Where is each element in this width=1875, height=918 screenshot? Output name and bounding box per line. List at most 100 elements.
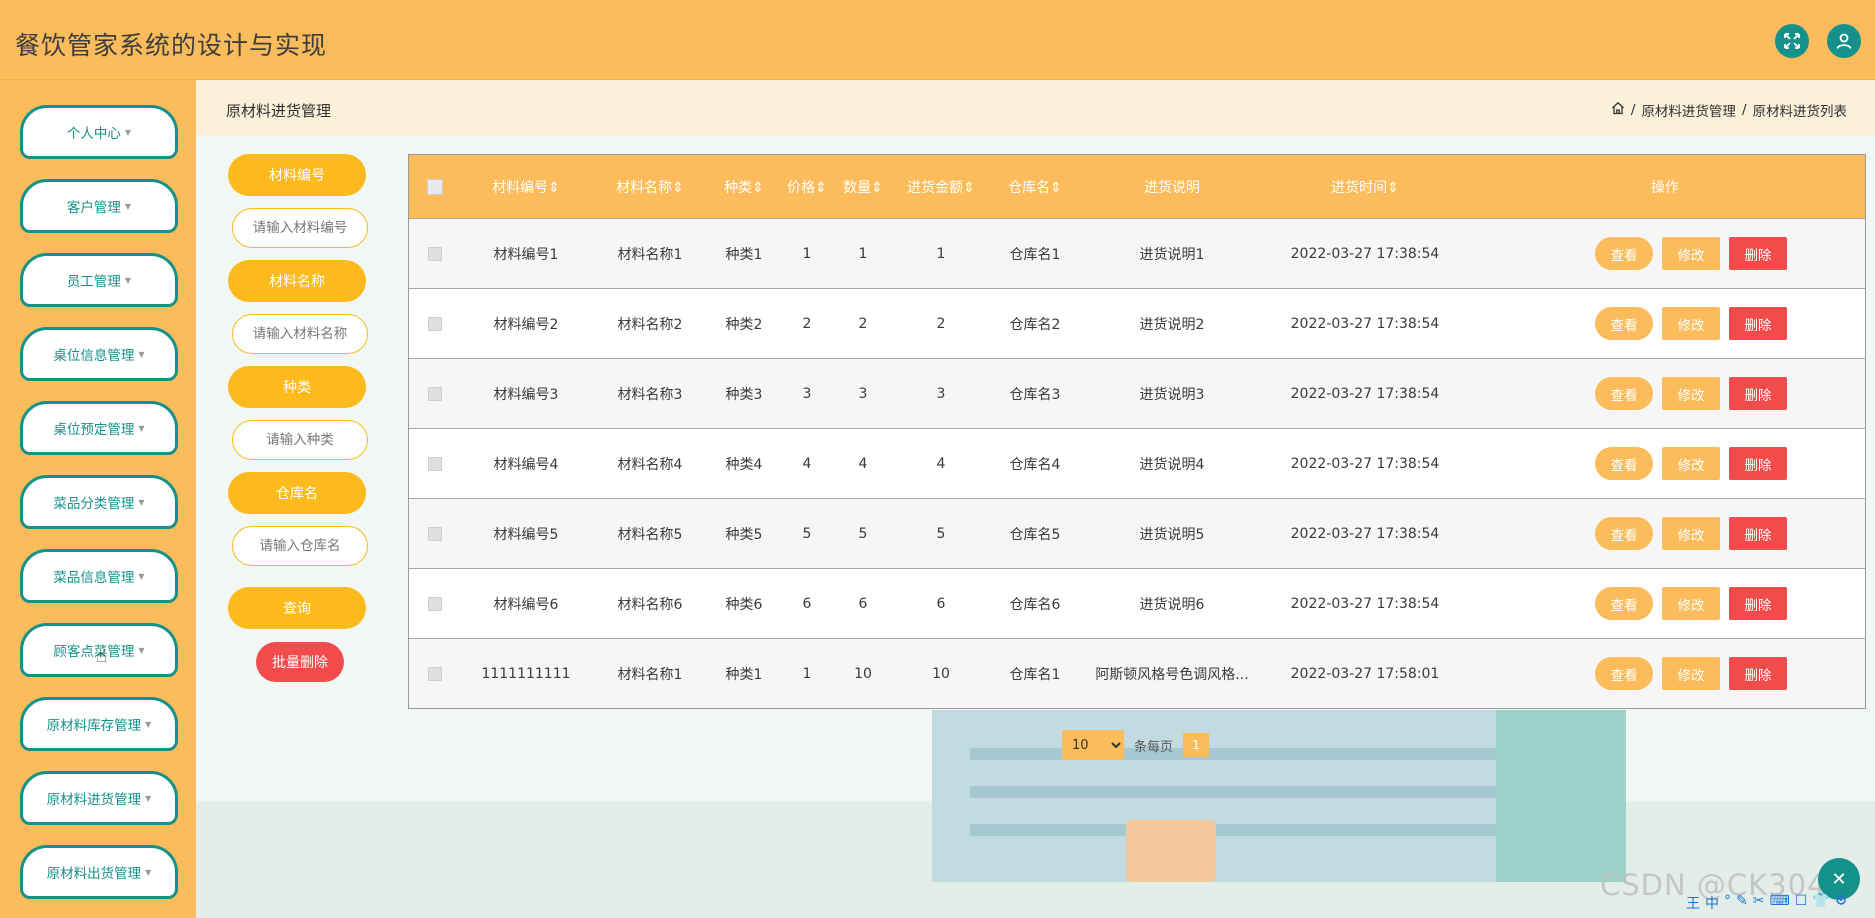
ime-handwrite-icon[interactable]: ✎	[1736, 893, 1748, 913]
cell-category: 种类1	[725, 246, 763, 263]
category-input[interactable]	[232, 420, 368, 460]
chevron-down-icon: ▼	[145, 867, 152, 877]
page-size-select[interactable]: 10	[1062, 730, 1124, 760]
column-header-quantity[interactable]: 数量⇕	[835, 177, 891, 197]
row-checkbox[interactable]	[409, 246, 461, 261]
column-header-material-name[interactable]: 材料名称⇕	[591, 177, 709, 197]
column-header-purchase-time[interactable]: 进货时间⇕	[1265, 177, 1465, 197]
sidebar-item-table-booking[interactable]: 桌位预定管理 ▼	[20, 401, 178, 455]
column-header-warehouse[interactable]: 仓库名⇕	[991, 177, 1079, 197]
cell-material-code: 材料编号3	[493, 386, 559, 403]
batch-delete-button[interactable]: 批量删除	[256, 642, 344, 682]
sidebar-item-label: 个人中心	[66, 126, 121, 142]
chevron-down-icon: ▼	[138, 645, 145, 655]
background-suitcase	[1126, 820, 1216, 882]
cell-material-code: 1111111111	[481, 665, 571, 682]
cell-amount: 10	[932, 665, 950, 682]
view-button[interactable]: 查看	[1595, 587, 1653, 620]
delete-button[interactable]: 删除	[1729, 587, 1787, 620]
edit-button[interactable]: 修改	[1662, 377, 1720, 410]
column-header-price[interactable]: 价格⇕	[779, 177, 835, 197]
view-button[interactable]: 查看	[1595, 447, 1653, 480]
cell-purchase-time: 2022-03-27 17:38:54	[1290, 245, 1440, 262]
edit-button[interactable]: 修改	[1662, 447, 1720, 480]
delete-button[interactable]: 删除	[1729, 237, 1787, 270]
edit-button[interactable]: 修改	[1662, 307, 1720, 340]
cell-material-name: 材料名称3	[617, 386, 683, 403]
material-code-input[interactable]	[232, 208, 368, 248]
row-checkbox[interactable]	[409, 666, 461, 681]
cell-price: 5	[802, 525, 812, 542]
cell-purchase-note: 阿斯顿风格号色调风格...	[1095, 666, 1249, 683]
sidebar-item-dish-info[interactable]: 菜品信息管理 ▼	[20, 549, 178, 603]
chevron-down-icon: ▼	[138, 571, 145, 581]
ime-punctuation-icon[interactable]: °	[1724, 893, 1731, 913]
chevron-down-icon: ▼	[145, 719, 152, 729]
ime-skin-icon[interactable]: 👕	[1812, 893, 1829, 913]
row-checkbox[interactable]	[409, 456, 461, 471]
delete-button[interactable]: 删除	[1729, 377, 1787, 410]
ime-logo-icon[interactable]: 王	[1686, 893, 1700, 913]
edit-button[interactable]: 修改	[1662, 237, 1720, 270]
delete-button[interactable]: 删除	[1729, 517, 1787, 550]
ime-scissors-icon[interactable]: ✂	[1753, 893, 1765, 913]
query-button[interactable]: 查询	[228, 587, 366, 629]
select-all-checkbox[interactable]	[409, 178, 461, 195]
home-icon[interactable]	[1611, 101, 1625, 119]
row-checkbox[interactable]	[409, 596, 461, 611]
ime-mode-icon[interactable]: 中	[1705, 893, 1719, 913]
warehouse-input[interactable]	[232, 526, 368, 566]
cell-category: 种类4	[725, 456, 763, 473]
row-checkbox[interactable]	[409, 316, 461, 331]
sidebar-item-material-purchase[interactable]: 原材料进货管理 ▼	[20, 771, 178, 825]
table-row: 材料编号6 材料名称6 种类6 6 6 6 仓库名6 进货说明6 2022-03-27 17:3…	[409, 568, 1865, 638]
view-button[interactable]: 查看	[1595, 657, 1653, 690]
sidebar-item-material-outbound[interactable]: 原材料出货管理 ▼	[20, 845, 178, 899]
view-button[interactable]: 查看	[1595, 237, 1653, 270]
cell-category: 种类3	[725, 386, 763, 403]
view-button[interactable]: 查看	[1595, 307, 1653, 340]
ime-keyboard-icon[interactable]: ⌨	[1769, 893, 1789, 913]
cell-amount: 2	[936, 315, 946, 332]
delete-button[interactable]: 删除	[1729, 307, 1787, 340]
column-header-material-code[interactable]: 材料编号⇕	[461, 177, 591, 197]
cell-price: 1	[802, 245, 812, 262]
chevron-down-icon: ▼	[138, 423, 145, 433]
sidebar-item-dish-category[interactable]: 菜品分类管理 ▼	[20, 475, 178, 529]
cell-warehouse: 仓库名6	[1009, 596, 1061, 613]
page-number-current[interactable]: 1	[1183, 733, 1210, 757]
sidebar-item-employees[interactable]: 员工管理 ▼	[20, 253, 178, 307]
cell-purchase-note: 进货说明3	[1139, 386, 1205, 403]
cell-purchase-time: 2022-03-27 17:38:54	[1290, 315, 1440, 332]
fullscreen-icon[interactable]	[1775, 24, 1809, 58]
sidebar-item-customers[interactable]: 客户管理 ▼	[20, 179, 178, 233]
user-icon[interactable]	[1827, 24, 1861, 58]
column-header-amount[interactable]: 进货金额⇕	[891, 177, 991, 197]
cell-quantity: 4	[858, 455, 868, 472]
row-checkbox[interactable]	[409, 526, 461, 541]
view-button[interactable]: 查看	[1595, 517, 1653, 550]
edit-button[interactable]: 修改	[1662, 517, 1720, 550]
edit-button[interactable]: 修改	[1662, 657, 1720, 690]
ime-toolbar: 王 中 ° ✎ ✂ ⌨ ☐ 👕 ⚙	[1686, 893, 1847, 913]
breadcrumb-item[interactable]: 原材料进货管理	[1641, 100, 1736, 120]
cell-warehouse: 仓库名3	[1009, 386, 1061, 403]
cell-purchase-note: 进货说明6	[1139, 596, 1205, 613]
sidebar-item-material-stock[interactable]: 原材料库存管理 ▼	[20, 697, 178, 751]
column-header-category[interactable]: 种类⇕	[709, 177, 779, 197]
ime-box-icon[interactable]: ☐	[1795, 893, 1808, 913]
ime-settings-icon[interactable]: ⚙	[1835, 893, 1848, 913]
cell-purchase-time: 2022-03-27 17:38:54	[1290, 455, 1440, 472]
material-name-input[interactable]	[232, 314, 368, 354]
sidebar-item-label: 桌位信息管理	[53, 348, 135, 364]
sidebar-item-personal-center[interactable]: 个人中心 ▼	[20, 105, 178, 159]
cell-category: 种类2	[725, 316, 763, 333]
delete-button[interactable]: 删除	[1729, 447, 1787, 480]
sidebar-item-table-info[interactable]: 桌位信息管理 ▼	[20, 327, 178, 381]
content-header: 原材料进货管理 / 原材料进货管理 / 原材料进货列表	[196, 80, 1875, 136]
edit-button[interactable]: 修改	[1662, 587, 1720, 620]
row-checkbox[interactable]	[409, 386, 461, 401]
delete-button[interactable]: 删除	[1729, 657, 1787, 690]
view-button[interactable]: 查看	[1595, 377, 1653, 410]
cell-price: 4	[802, 455, 812, 472]
